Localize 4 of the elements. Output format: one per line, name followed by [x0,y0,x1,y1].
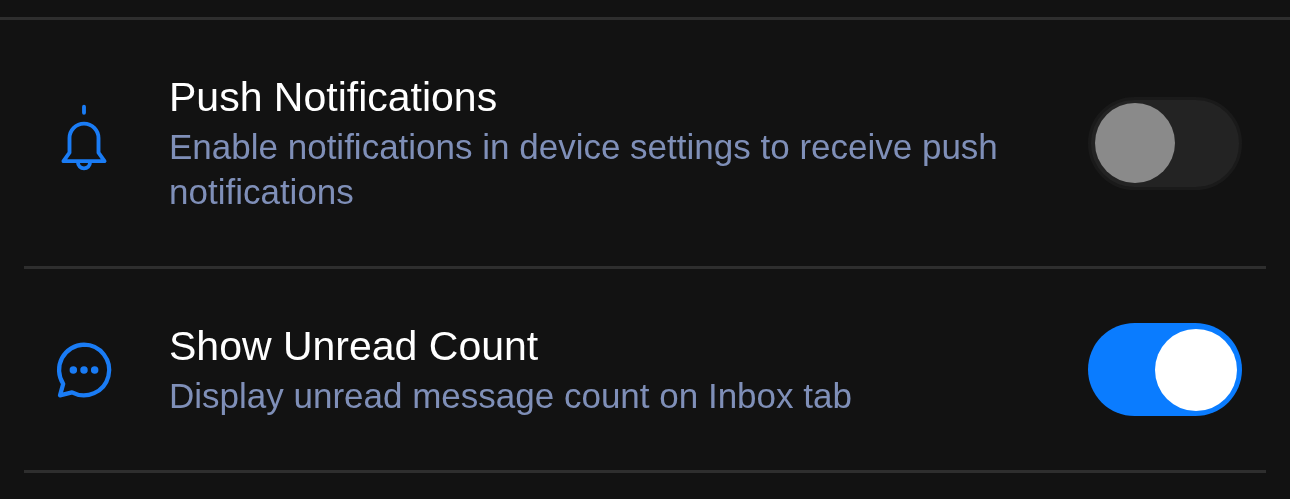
setting-title: Show Unread Count [169,322,540,371]
setting-description: Display unread message count on Inbox tab [169,375,853,417]
setting-description: Enable notifications in device settings to receive push notifications [169,126,999,213]
setting-title: Push Notifications [169,73,499,122]
